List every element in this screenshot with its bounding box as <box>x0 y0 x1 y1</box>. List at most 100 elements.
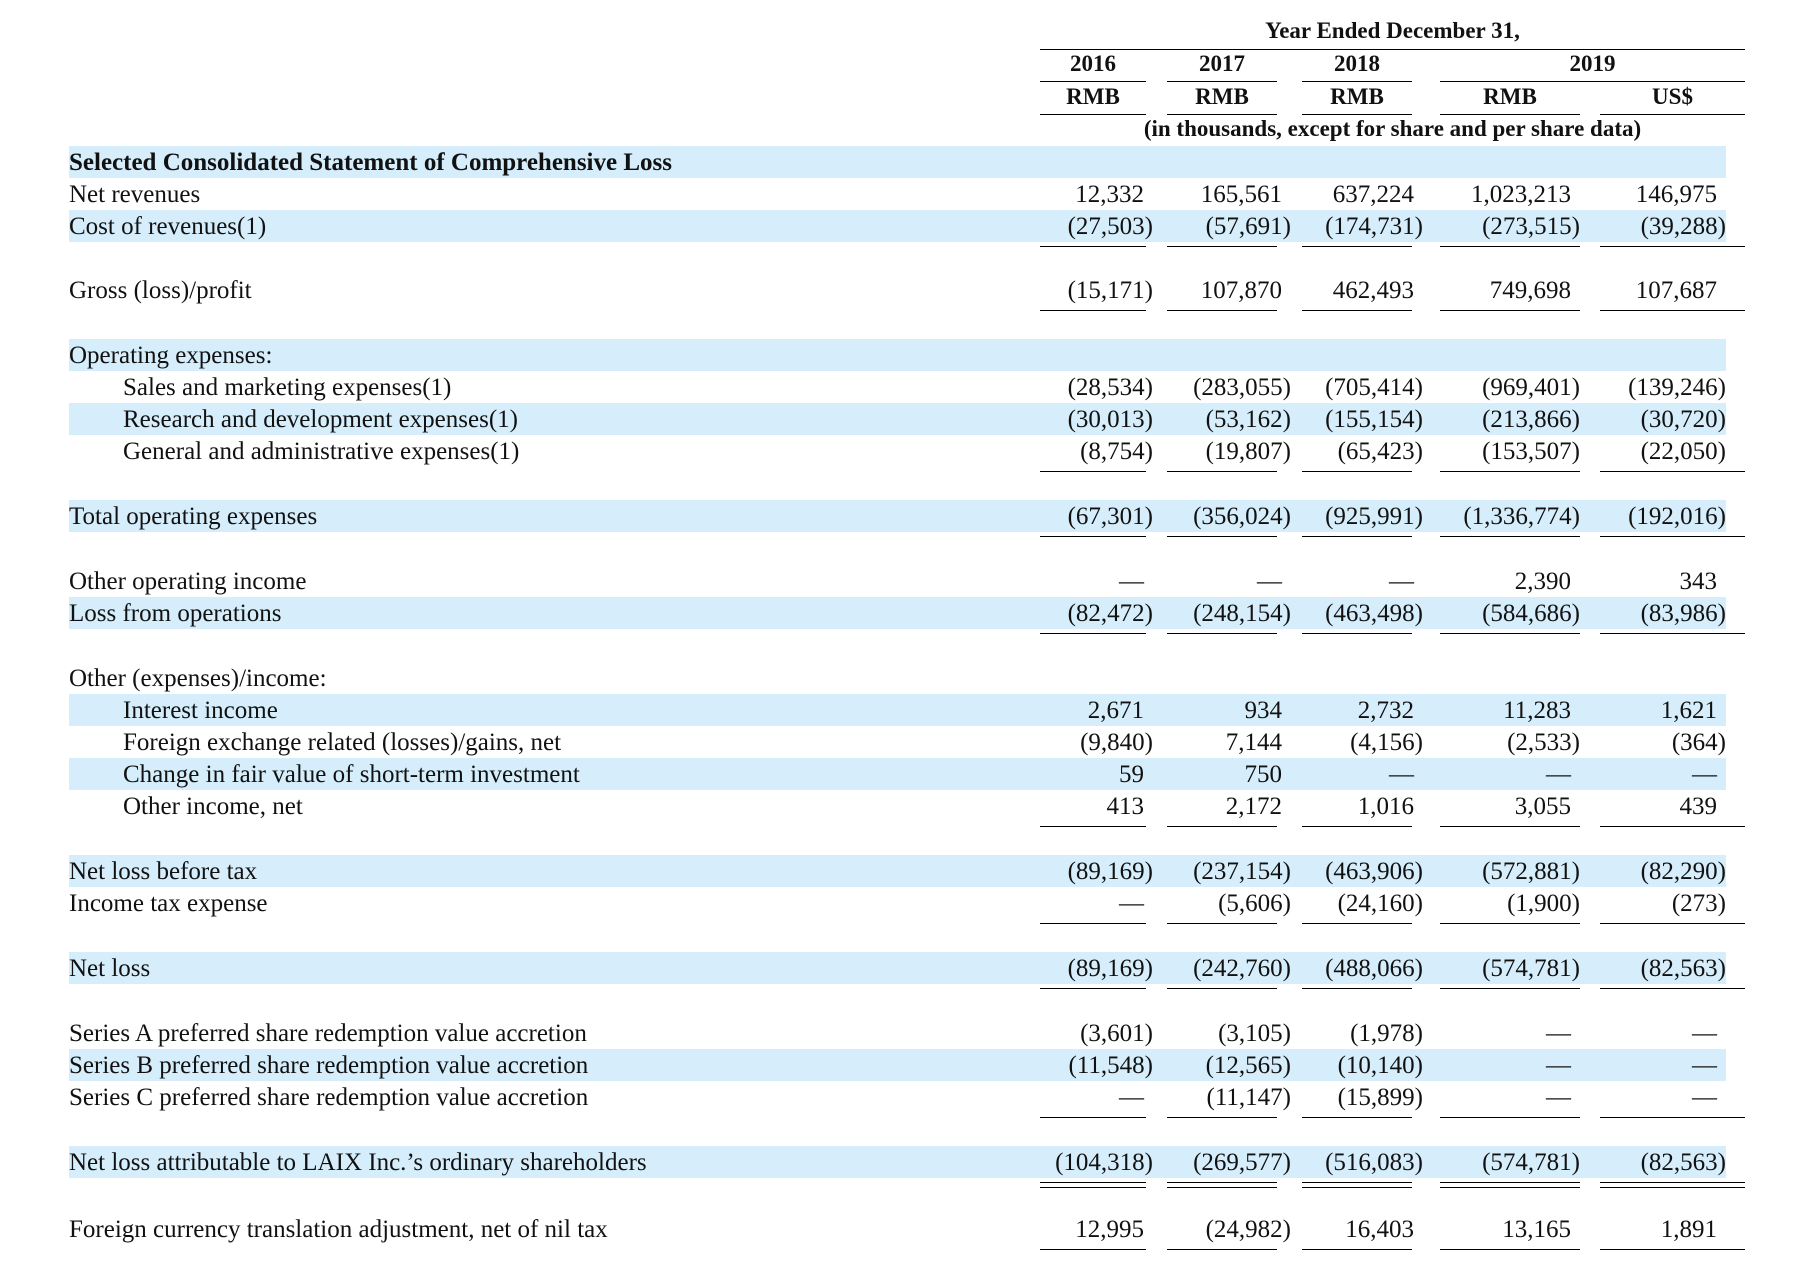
underline <box>1167 536 1277 537</box>
table-row: Foreign currency translation adjustment,… <box>0 1213 1818 1250</box>
cell-2019-usd: — <box>1692 1020 1717 1047</box>
row-label: Net revenues <box>69 181 201 208</box>
underline <box>1440 923 1580 924</box>
underline <box>1302 246 1412 247</box>
cell-2019-usd: (82,563) <box>1640 1149 1726 1176</box>
cell-2019-rmb: (1,900) <box>1507 890 1580 917</box>
cell-2019-usd: (139,246) <box>1628 374 1726 401</box>
cell-2016-rmb: (3,601) <box>1080 1020 1153 1047</box>
double-underline <box>1302 1182 1412 1188</box>
underline <box>1040 1249 1146 1250</box>
cell-2018-rmb: 637,224 <box>1332 181 1414 208</box>
cell-2017-rmb: (12,565) <box>1205 1052 1291 1079</box>
cell-2017-rmb: (57,691) <box>1205 213 1291 240</box>
cell-2018-rmb: (24,160) <box>1337 890 1423 917</box>
underline <box>1600 1249 1745 1250</box>
underline <box>1040 246 1146 247</box>
cell-2017-rmb: 7,144 <box>1225 729 1282 756</box>
cell-2018-rmb: (1,978) <box>1350 1020 1423 1047</box>
cell-2017-rmb: (283,055) <box>1193 374 1291 401</box>
underline <box>1302 1249 1412 1250</box>
underline <box>1440 826 1580 827</box>
underline <box>1040 988 1146 989</box>
cell-2018-rmb: — <box>1389 761 1414 788</box>
row-label: Series A preferred share redemption valu… <box>69 1020 587 1047</box>
underline <box>1040 923 1146 924</box>
cell-2016-rmb: (8,754) <box>1080 438 1153 465</box>
cell-2019-usd: — <box>1692 1084 1717 1111</box>
cell-2019-rmb: (572,881) <box>1482 858 1580 885</box>
cell-2019-usd: (39,288) <box>1640 213 1726 240</box>
underline <box>1440 536 1580 537</box>
cell-2017-rmb: (11,147) <box>1206 1084 1291 1111</box>
table-row: Series A preferred share redemption valu… <box>0 1017 1818 1049</box>
row-label: Operating expenses: <box>69 342 273 369</box>
cell-2019-rmb: 13,165 <box>1502 1216 1571 1243</box>
cell-2019-rmb: 3,055 <box>1514 793 1571 820</box>
cell-2017-rmb: 107,870 <box>1200 277 1282 304</box>
underline <box>1440 1117 1580 1118</box>
cell-2016-rmb: 413 <box>1106 793 1145 820</box>
cell-2016-rmb: — <box>1119 890 1144 917</box>
underline <box>1167 310 1277 311</box>
table-row: Research and development expenses(1) (30,… <box>0 403 1818 435</box>
table-row: Sales and marketing expenses(1) (28,534) (… <box>0 371 1818 403</box>
underline <box>1167 826 1277 827</box>
row-label: Total operating expenses <box>69 503 318 530</box>
underline <box>1040 536 1146 537</box>
underline <box>1167 923 1277 924</box>
table-row: General and administrative expenses(1) (8… <box>0 435 1818 472</box>
row-label: Research and development expenses(1) <box>123 406 518 433</box>
table-row: Total operating expenses (67,301) (356,024… <box>0 500 1818 537</box>
cell-2017-rmb: (237,154) <box>1193 858 1291 885</box>
underline <box>1302 471 1412 472</box>
row-label: Change in fair value of short-term inves… <box>123 761 580 788</box>
cell-2016-rmb: (104,318) <box>1055 1149 1153 1176</box>
cell-2016-rmb: 59 <box>1119 761 1144 788</box>
row-label: Net loss <box>69 955 151 982</box>
underline <box>1167 1249 1277 1250</box>
cell-2019-rmb: — <box>1546 1052 1571 1079</box>
row-label: Sales and marketing expenses(1) <box>123 374 452 401</box>
cell-2019-rmb: — <box>1546 761 1571 788</box>
table-row: Net loss before tax (89,169) (237,154) (463… <box>0 855 1818 887</box>
underline <box>1302 633 1412 634</box>
row-label: Foreign currency translation adjustment,… <box>69 1216 608 1243</box>
cell-2018-rmb: (463,906) <box>1325 858 1423 885</box>
underline <box>1440 988 1580 989</box>
table-row: Other income, net 413 2,172 1,016 3,055 439 <box>0 790 1818 827</box>
cell-2019-rmb: (574,781) <box>1482 955 1580 982</box>
underline <box>1167 1117 1277 1118</box>
underline <box>1167 633 1277 634</box>
row-label: Other operating income <box>69 568 307 595</box>
row-shading <box>69 952 1726 984</box>
cell-2016-rmb: (9,840) <box>1080 729 1153 756</box>
cell-2019-usd: (82,290) <box>1640 858 1726 885</box>
double-underline <box>1167 1182 1277 1188</box>
table-row: Operating expenses: <box>0 339 1818 371</box>
table-row: Other (expenses)/income: <box>0 662 1818 694</box>
cell-2017-rmb: (269,577) <box>1193 1149 1291 1176</box>
row-label: Foreign exchange related (losses)/gains,… <box>123 729 562 756</box>
underline <box>1600 988 1745 989</box>
table-row: Series C preferred share redemption valu… <box>0 1081 1818 1118</box>
cell-2018-rmb: (705,414) <box>1325 374 1423 401</box>
cell-2019-usd: — <box>1692 761 1717 788</box>
table-row: Series B preferred share redemption valu… <box>0 1049 1818 1081</box>
underline <box>1600 246 1745 247</box>
table-row: Net loss attributable to LAIX Inc.’s ord… <box>0 1146 1818 1188</box>
cell-2018-rmb: 462,493 <box>1332 277 1414 304</box>
underline <box>1167 471 1277 472</box>
cell-2017-rmb: (53,162) <box>1205 406 1291 433</box>
cell-2016-rmb: 12,332 <box>1075 181 1144 208</box>
underline <box>1302 826 1412 827</box>
cell-2019-usd: 439 <box>1679 793 1718 820</box>
cell-2019-rmb: (584,686) <box>1482 600 1580 627</box>
cell-2017-rmb: (19,807) <box>1205 438 1291 465</box>
cell-2016-rmb: (11,548) <box>1068 1052 1153 1079</box>
cell-2016-rmb: 2,671 <box>1087 697 1144 724</box>
cell-2019-usd: 107,687 <box>1635 277 1717 304</box>
row-shading <box>69 597 1726 629</box>
underline <box>1600 633 1745 634</box>
cell-2019-rmb: (213,866) <box>1482 406 1580 433</box>
